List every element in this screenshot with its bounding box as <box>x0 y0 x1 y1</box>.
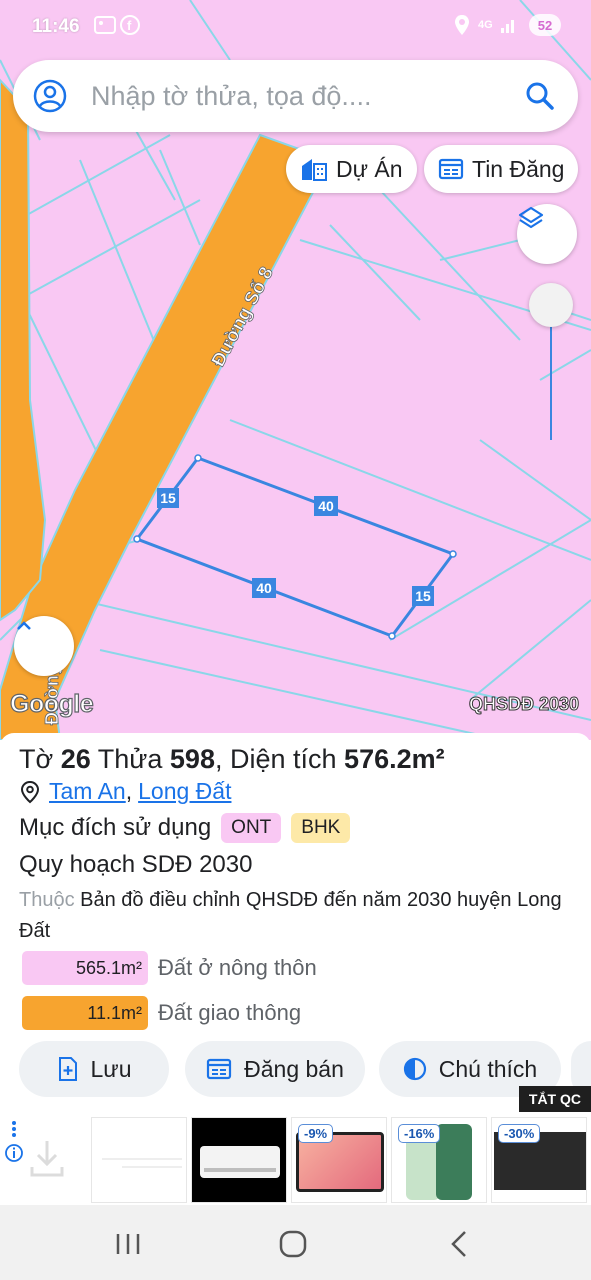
ad-info-icon[interactable] <box>4 1119 24 1165</box>
contrast-icon <box>403 1057 426 1081</box>
ad-banner[interactable]: TẮT QC -9% -16% -30% <box>0 1086 591 1205</box>
discount-badge: -16% <box>398 1124 441 1143</box>
gallery-icon <box>94 14 116 36</box>
home-icon[interactable] <box>278 1229 308 1259</box>
land-use-purpose: Mục đích sử dụng ONT BHK <box>19 813 351 843</box>
dientich-value: 576.2m² <box>344 744 445 774</box>
map-layer-label: QHSDĐ 2030 <box>468 694 579 715</box>
tin-dang-label: Tin Đăng <box>472 155 565 182</box>
dientich-label: , Diện tích <box>214 744 337 774</box>
post-sale-label: Đăng bán <box>244 1055 344 1082</box>
edge-label-4: 15 <box>415 588 431 604</box>
area-value: 565.1m² <box>22 951 148 985</box>
area-value: 11.1m² <box>22 996 148 1030</box>
file-add-icon <box>58 1057 77 1081</box>
plan-title: Quy hoạch SDĐ 2030 <box>19 851 253 878</box>
network-type: 4G <box>478 19 493 31</box>
ad-product-phone[interactable]: -16% <box>391 1117 487 1203</box>
battery-indicator: 52 <box>529 14 561 36</box>
area-row-residential: 565.1m² Đất ở nông thôn <box>22 951 317 985</box>
expand-panel-button[interactable] <box>14 616 74 676</box>
search-icon[interactable] <box>524 80 556 112</box>
close-ads-button[interactable]: TẮT QC <box>518 1086 591 1112</box>
edge-label-1: 15 <box>160 490 176 506</box>
save-button[interactable]: Lưu <box>19 1041 169 1097</box>
status-bar: 11:46 f 4G 52 <box>0 0 591 54</box>
signal-icon <box>500 14 518 36</box>
purpose-label: Mục đích sử dụng <box>19 814 212 841</box>
save-label: Lưu <box>90 1055 132 1082</box>
post-sale-button[interactable]: Đăng bán <box>185 1041 365 1097</box>
to-label: Tờ <box>19 744 54 774</box>
ad-product-air-conditioner[interactable] <box>191 1117 287 1203</box>
system-nav-bar <box>0 1205 591 1280</box>
discount-badge: -30% <box>498 1124 541 1143</box>
to-value: 26 <box>60 744 91 774</box>
tin-dang-chip[interactable]: Tin Đăng <box>424 145 579 193</box>
selected-parcel[interactable] <box>134 456 456 638</box>
location-icon <box>454 14 470 36</box>
chevron-up-icon <box>17 621 31 630</box>
recent-apps-icon[interactable] <box>113 1231 143 1257</box>
area-row-transport: 11.1m² Đất giao thông <box>22 996 301 1030</box>
layers-button[interactable] <box>517 204 577 264</box>
edge-label-3: 40 <box>256 580 272 596</box>
map-pin-icon <box>20 780 40 803</box>
download-icon <box>30 1141 64 1177</box>
edge-label-2: 40 <box>318 498 334 514</box>
action-bar: Lưu Đăng bán Chú thích <box>0 1041 591 1099</box>
back-icon[interactable] <box>448 1229 472 1259</box>
layers-icon <box>518 206 544 229</box>
location-link-district[interactable]: Long Đất <box>138 778 231 805</box>
ad-product-tv[interactable]: -30% <box>491 1117 587 1203</box>
facebook-icon: f <box>120 14 140 36</box>
listing-icon <box>207 1058 232 1080</box>
status-time: 11:46 <box>32 16 80 37</box>
location-link-ward[interactable]: Tam An <box>49 778 126 805</box>
discount-badge: -9% <box>298 1124 334 1143</box>
svg-text:f: f <box>127 18 132 33</box>
plan-source: Thuộc Bản đồ điều chỉnh QHSDĐ đến năm 20… <box>19 885 579 947</box>
search-bar[interactable]: Nhập tờ thửa, tọa độ.... <box>13 60 578 132</box>
source-text: Bản đồ điều chỉnh QHSDĐ đến năm 2030 huy… <box>19 889 562 942</box>
thua-value: 598 <box>169 744 215 774</box>
du-an-label: Dự Án <box>336 155 403 182</box>
parcel-info-panel: Tờ 26 Thửa 598, Diện tích 576.2m² Tam An… <box>0 733 591 1113</box>
building-icon <box>302 159 327 181</box>
google-logo: Google <box>9 689 94 718</box>
legend-label: Chú thích <box>438 1055 538 1082</box>
purpose-badge-bhk[interactable]: BHK <box>291 813 351 843</box>
ad-product-tablet[interactable]: -9% <box>291 1117 387 1203</box>
ad-product-document[interactable] <box>91 1117 187 1203</box>
user-icon[interactable] <box>33 79 67 113</box>
opacity-slider-handle[interactable] <box>529 283 573 327</box>
du-an-chip[interactable]: Dự Án <box>286 145 417 193</box>
purpose-badge-ont[interactable]: ONT <box>221 813 282 843</box>
parcel-location: Tam An, Long Đất <box>19 778 231 805</box>
area-label: Đất giao thông <box>158 1000 302 1025</box>
listing-icon <box>438 158 464 180</box>
parcel-title: Tờ 26 Thửa 598, Diện tích 576.2m² <box>19 744 445 775</box>
source-prefix: Thuộc <box>19 889 75 911</box>
thua-label: Thửa <box>97 744 163 774</box>
search-input[interactable]: Nhập tờ thửa, tọa độ.... <box>91 81 524 112</box>
area-label: Đất ở nông thôn <box>158 955 317 980</box>
